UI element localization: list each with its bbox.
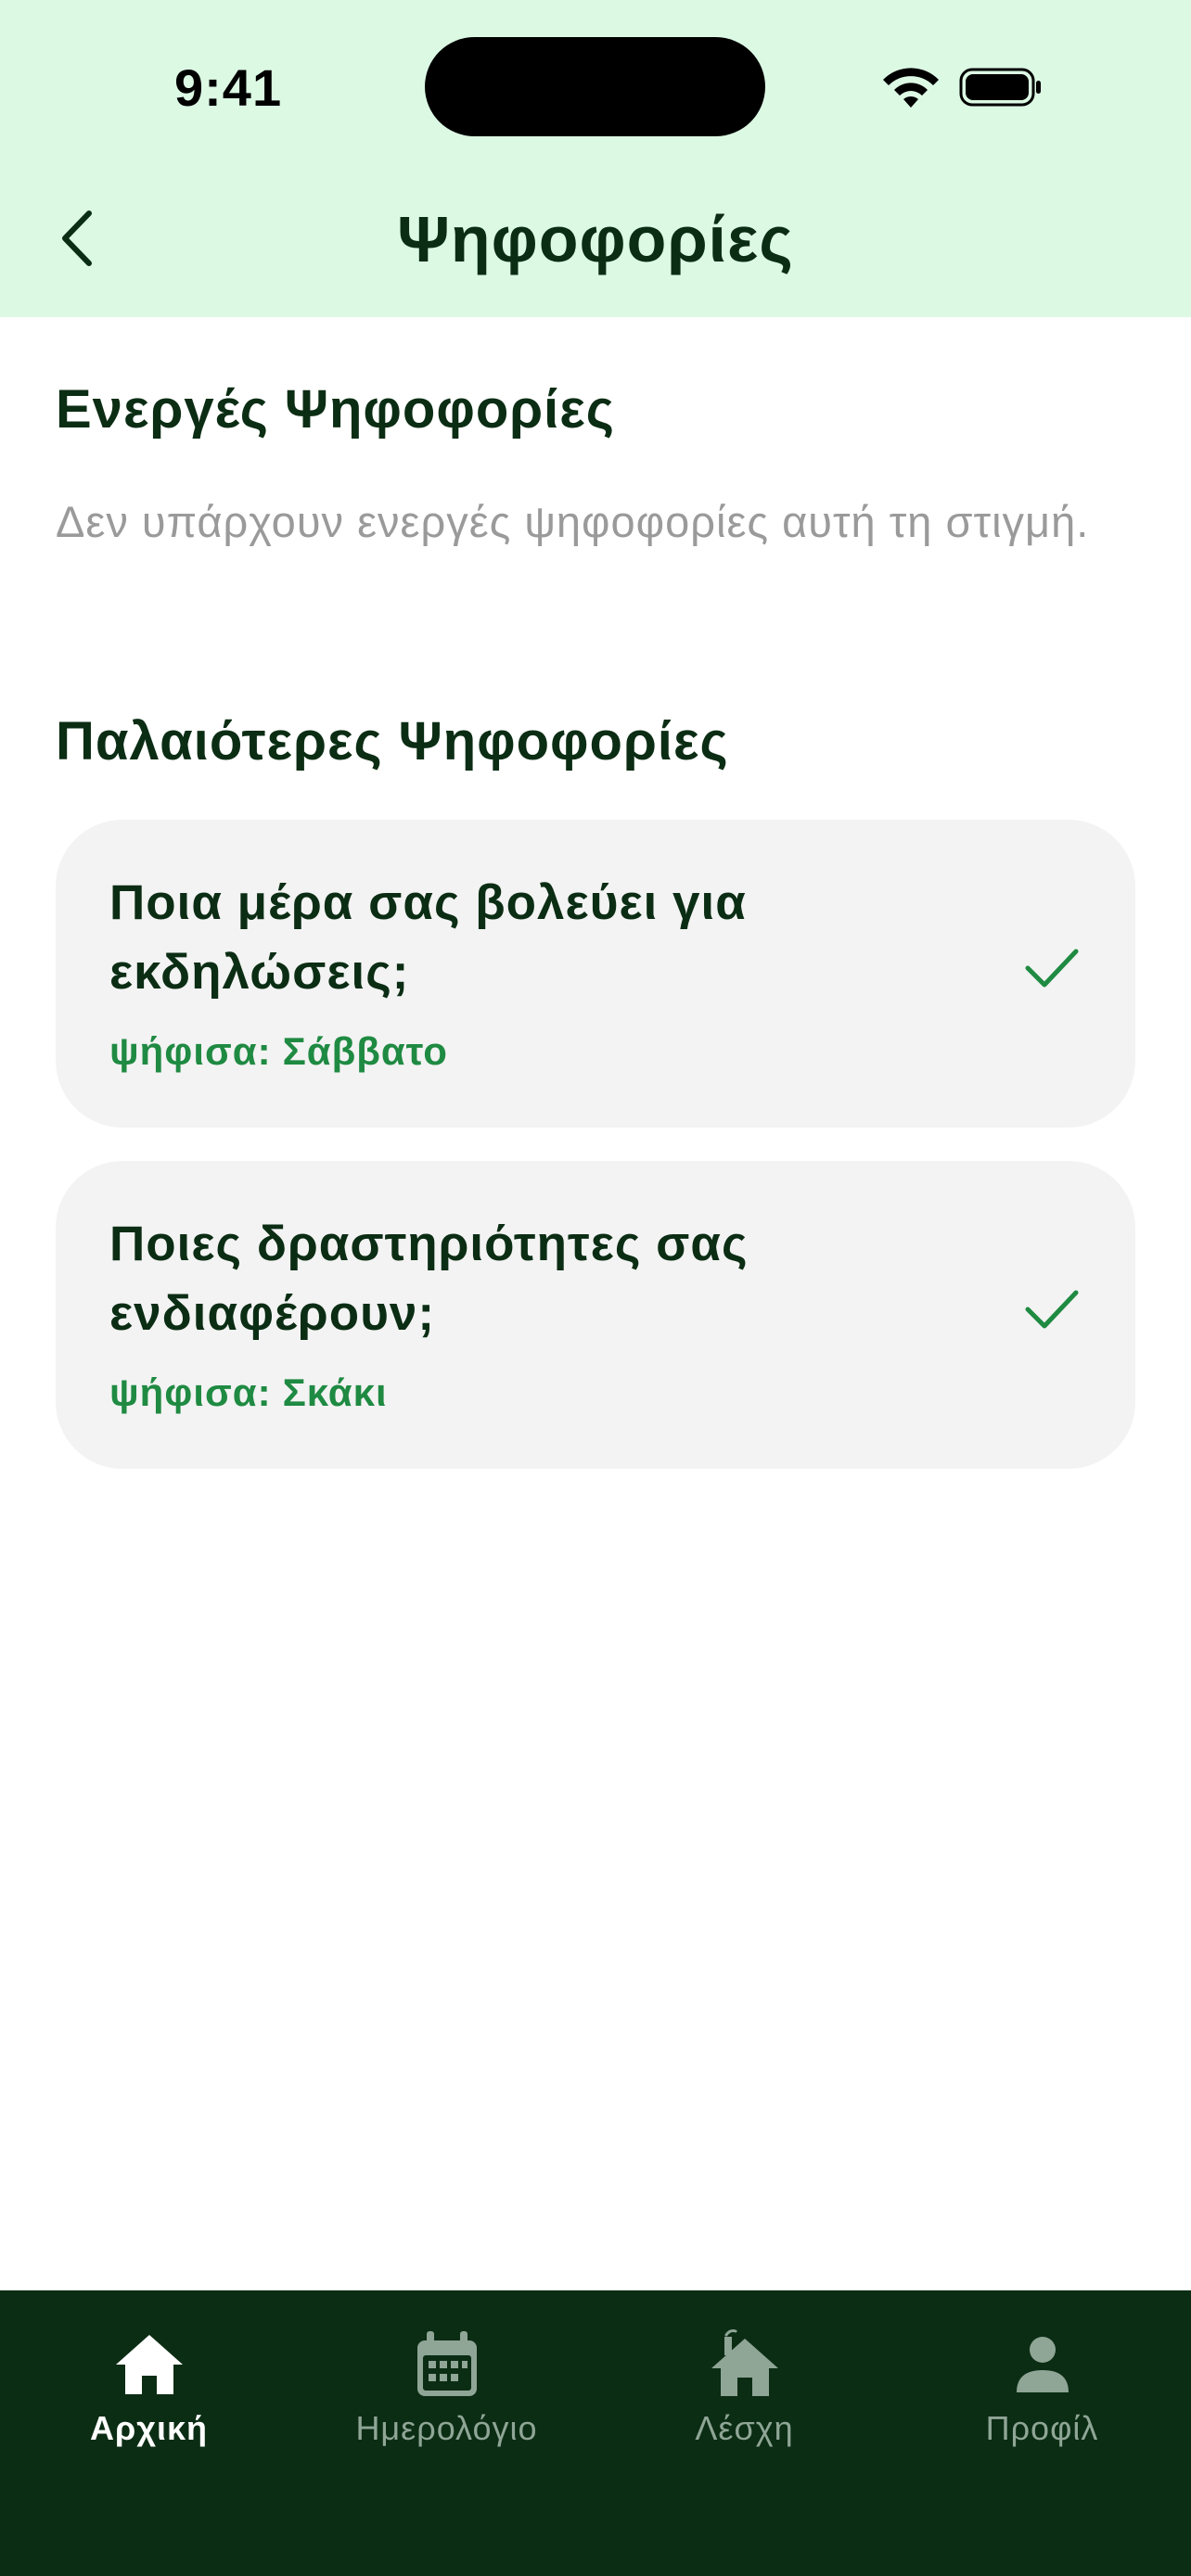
tab-club[interactable]: Λέσχη [596,2290,893,2476]
status-time: 9:41 [174,58,283,117]
tab-calendar-label: Ημερολόγιο [355,2409,538,2447]
poll-answer-value: Σκάκι [282,1371,388,1414]
poll-question: Ποιες δραστηριότητες σας ενδιαφέρουν; [109,1217,749,1341]
checkmark-icon [1025,1290,1079,1329]
tab-club-label: Λέσχη [695,2409,794,2447]
poll-card[interactable]: Ποιες δραστηριότητες σας ενδιαφέρουν; ψή… [56,1161,1135,1469]
past-polls-heading: Παλαιότερες Ψηφοφορίες [56,711,729,772]
calendar-icon [416,2331,477,2396]
bottom-tab-bar: Αρχική Ημερολόγιο Λέσχη Προφίλ [0,2290,1191,2576]
wifi-icon [883,68,939,108]
empty-active-message: Δεν υπάρχουν ενεργές ψηφοφορίες αυτή τη … [56,497,1090,546]
poll-answer-value: Σάββατο [282,1029,448,1073]
tab-calendar[interactable]: Ημερολόγιο [298,2290,596,2476]
poll-card[interactable]: Ποια μέρα σας βολεύει για εκδηλώσεις; ψή… [56,820,1135,1128]
tab-profile[interactable]: Προφίλ [893,2290,1191,2476]
poll-question: Ποια μέρα σας βολεύει για εκδηλώσεις; [109,875,747,1000]
dynamic-island [425,37,765,136]
tab-home-label: Αρχική [89,2409,209,2447]
tab-profile-label: Προφίλ [985,2409,1099,2447]
poll-answer-prefix: ψήφισα: [109,1371,272,1414]
header-bar: 9:41 Ψηφοφορίες [0,0,1191,317]
home-icon [115,2335,183,2394]
battery-icon [959,68,1041,107]
checkmark-icon [1025,949,1079,988]
poll-answer: ψήφισα: Σκάκι [109,1371,388,1415]
poll-answer-prefix: ψήφισα: [109,1029,272,1073]
poll-answer: ψήφισα: Σάββατο [109,1029,448,1074]
active-polls-heading: Ενεργές Ψηφοφορίες [56,379,615,440]
clubhouse-icon [711,2329,778,2396]
tab-home[interactable]: Αρχική [0,2290,298,2476]
page-title: Ψηφοφορίες [397,203,794,275]
profile-icon [1016,2337,1069,2392]
